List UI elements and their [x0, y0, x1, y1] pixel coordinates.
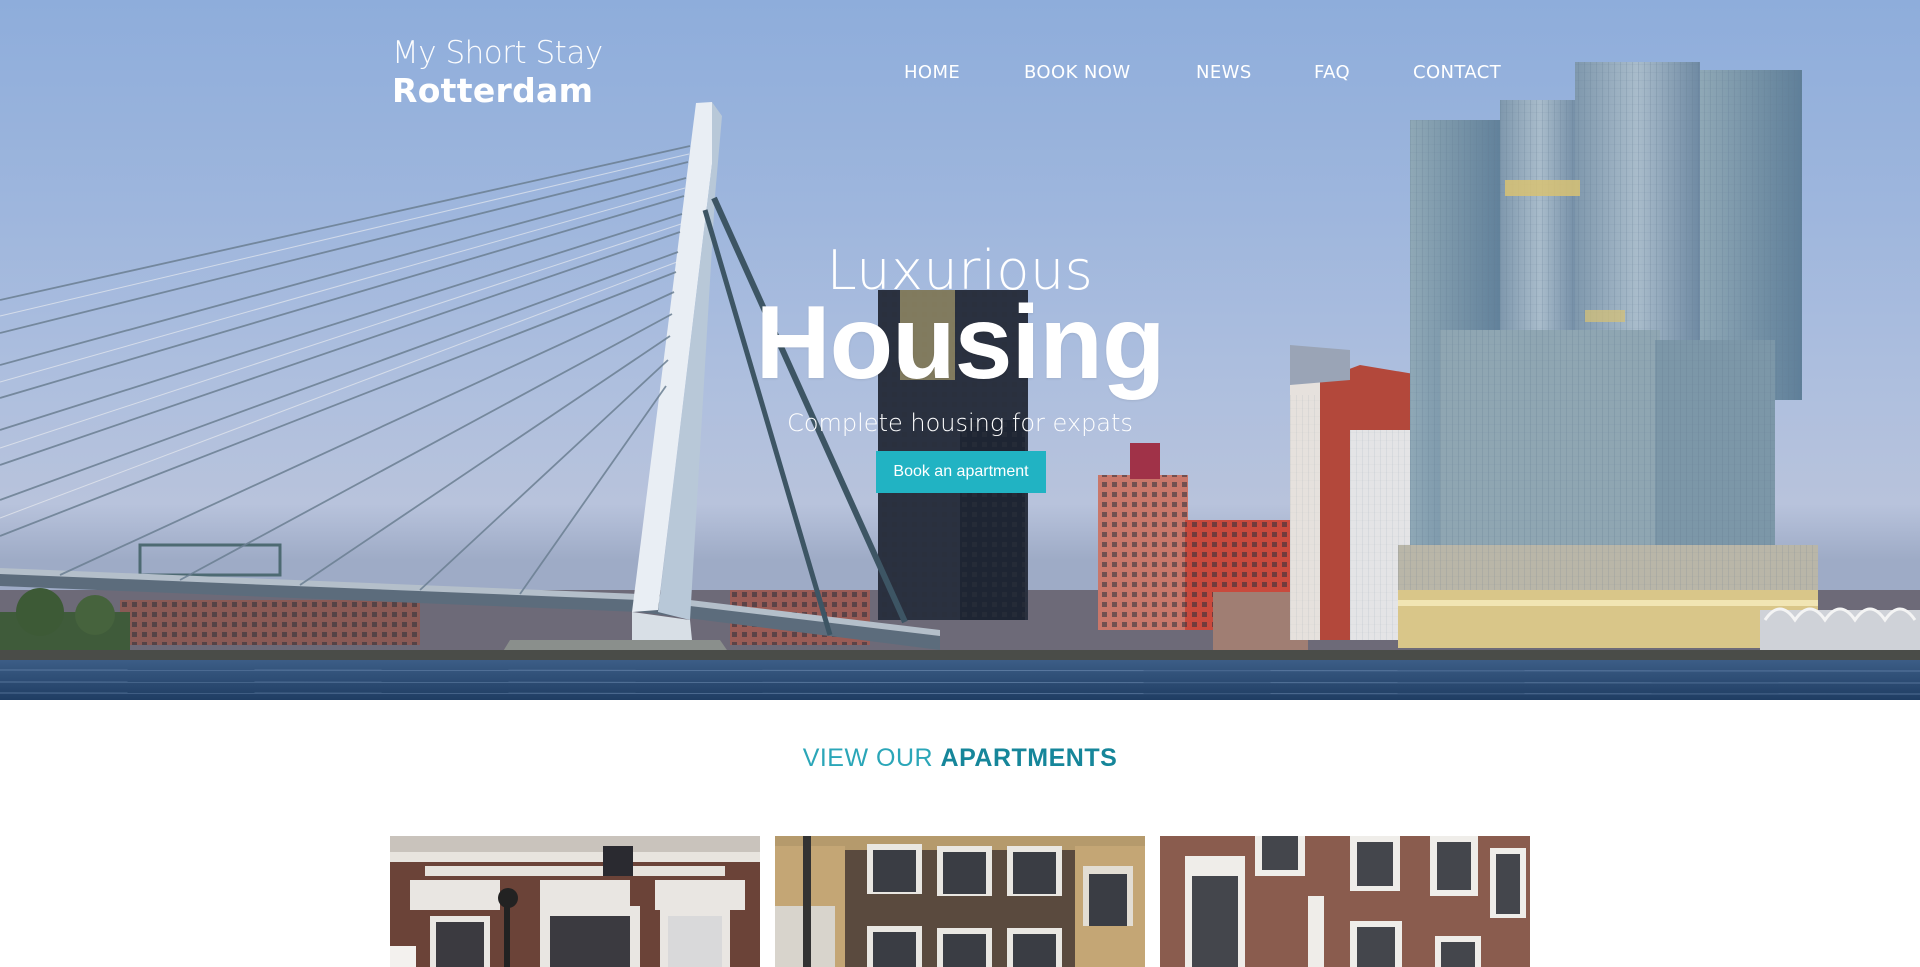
nav-item-contact[interactable]: CONTACT: [1413, 62, 1501, 83]
apartments-heading-bold: APARTMENTS: [940, 744, 1118, 772]
hero-title-bold: Housing: [755, 285, 1166, 401]
apartment-photo-1: [390, 836, 760, 967]
logo-line-1: My Short Stay: [392, 35, 603, 71]
apartment-photo-3: [1160, 836, 1530, 967]
nav-item-news[interactable]: NEWS: [1196, 62, 1252, 83]
apartments-heading-light: VIEW OUR: [802, 744, 941, 772]
apartment-card-1[interactable]: [390, 836, 760, 967]
apartments-heading: VIEW OUR APARTMENTS: [0, 744, 1920, 773]
site-logo[interactable]: My Short Stay Rotterdam: [392, 34, 603, 110]
hero-section: My Short Stay Rotterdam HOME BOOK NOW NE…: [0, 0, 1920, 700]
apartment-card-2[interactable]: [775, 836, 1145, 967]
book-apartment-button[interactable]: Book an apartment: [876, 451, 1046, 493]
nav-item-home[interactable]: HOME: [904, 62, 960, 83]
apartment-photo-2: [775, 836, 1145, 967]
nav-item-faq[interactable]: FAQ: [1314, 62, 1350, 83]
logo-line-2: Rotterdam: [392, 71, 594, 110]
hero-subtitle: Complete housing for expats: [787, 409, 1133, 437]
apartment-card-3[interactable]: [1160, 836, 1530, 967]
nav-item-book-now[interactable]: BOOK NOW: [1024, 62, 1131, 83]
